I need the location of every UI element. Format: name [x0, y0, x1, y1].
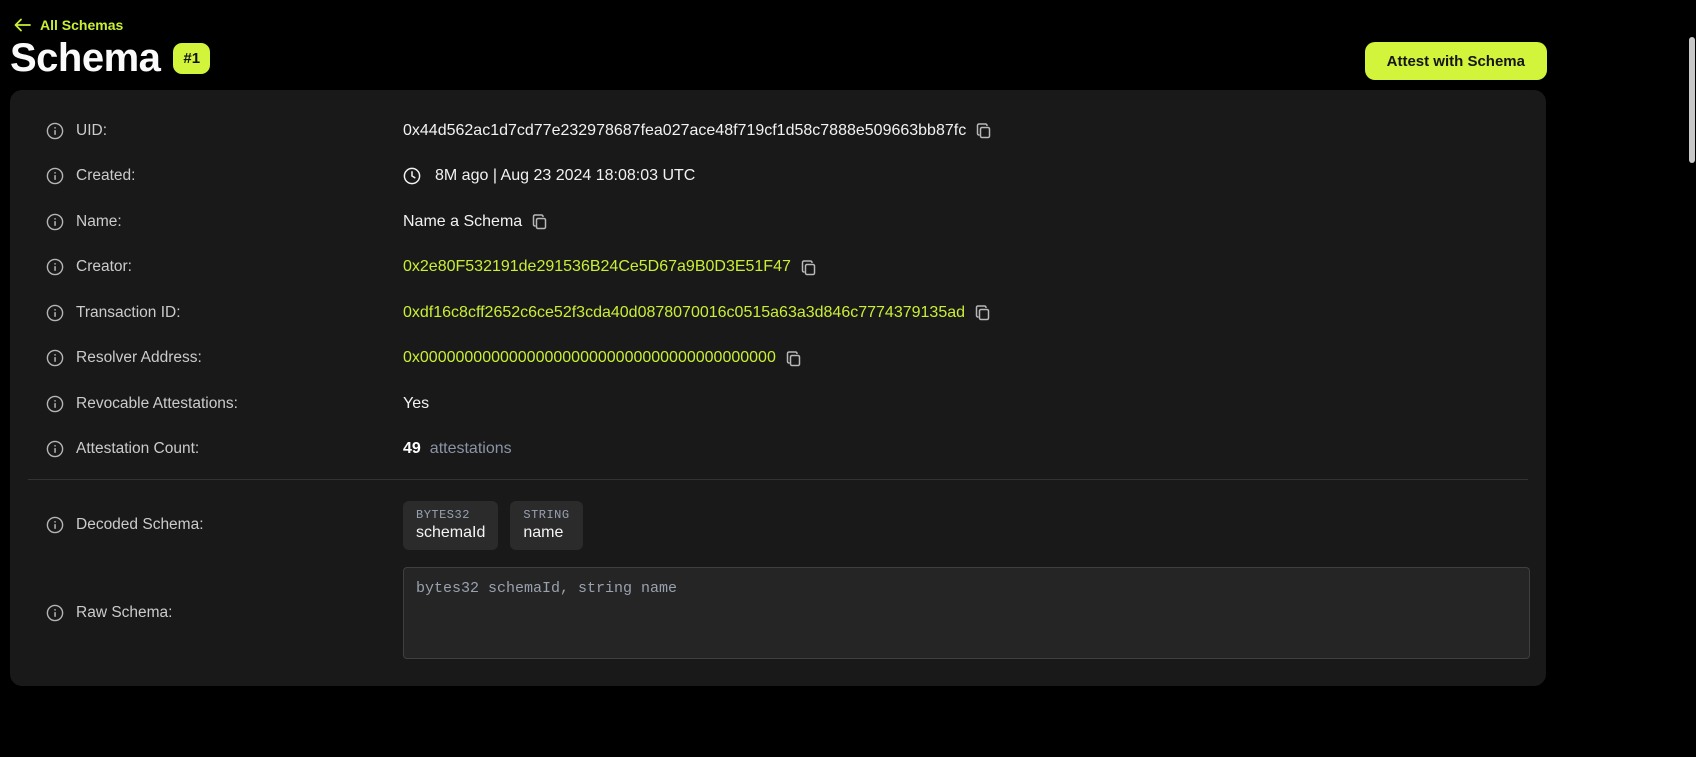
info-icon: [46, 516, 64, 534]
resolver-address-row: Resolver Address: 0x00000000000000000000…: [10, 336, 1546, 382]
row-label: UID:: [76, 122, 107, 140]
transaction-id-link[interactable]: 0xdf16c8cff2652c6ce52f3cda40d0878070016c…: [403, 304, 965, 322]
back-link-label: All Schemas: [40, 17, 123, 33]
schema-field-chip: BYTES32 schemaId: [403, 501, 498, 550]
revocable-attestations-row: Revocable Attestations: Yes: [10, 381, 1546, 427]
decoded-schema-chips: BYTES32 schemaId STRING name: [403, 501, 583, 550]
attestation-count-row: Attestation Count: 49 attestations: [10, 427, 1546, 473]
row-label: Resolver Address:: [76, 349, 202, 367]
uid-value: 0x44d562ac1d7cd77e232978687fea027ace48f7…: [403, 122, 966, 140]
info-icon: [46, 122, 64, 140]
attestations-link[interactable]: attestations: [430, 440, 512, 458]
field-type: BYTES32: [416, 508, 485, 522]
row-label: Raw Schema:: [76, 604, 172, 622]
copy-icon[interactable]: [531, 213, 548, 230]
all-schemas-back-link[interactable]: All Schemas: [14, 17, 123, 33]
name-value: Name a Schema: [403, 213, 522, 231]
row-label: Revocable Attestations:: [76, 395, 238, 413]
creator-address-link[interactable]: 0x2e80F532191de291536B24Ce5D67a9B0D3E51F…: [403, 258, 791, 276]
schema-id-badge: #1: [173, 43, 210, 74]
name-row: Name: Name a Schema: [10, 199, 1546, 245]
row-label: Decoded Schema:: [76, 516, 204, 534]
field-name: schemaId: [416, 524, 485, 541]
copy-icon[interactable]: [800, 259, 817, 276]
revocable-value: Yes: [403, 395, 429, 413]
copy-icon[interactable]: [975, 122, 992, 139]
field-type: STRING: [523, 508, 569, 522]
attest-with-schema-button[interactable]: Attest with Schema: [1365, 42, 1547, 80]
uid-row: UID: 0x44d562ac1d7cd77e232978687fea027ac…: [10, 108, 1546, 154]
section-divider: [28, 479, 1528, 480]
created-row: Created: 8M ago | Aug 23 2024 18:08:03 U…: [10, 154, 1546, 200]
row-label: Created:: [76, 167, 135, 185]
page-title-row: Schema #1: [10, 36, 210, 81]
resolver-address-link[interactable]: 0x00000000000000000000000000000000000000…: [403, 349, 776, 367]
row-label: Transaction ID:: [76, 304, 181, 322]
info-icon: [46, 213, 64, 231]
info-icon: [46, 258, 64, 276]
schema-field-chip: STRING name: [510, 501, 582, 550]
row-label: Attestation Count:: [76, 440, 199, 458]
row-label: Creator:: [76, 258, 132, 276]
copy-icon[interactable]: [785, 350, 802, 367]
creator-row: Creator: 0x2e80F532191de291536B24Ce5D67a…: [10, 245, 1546, 291]
info-icon: [46, 349, 64, 367]
info-icon: [46, 304, 64, 322]
schema-detail-card: UID: 0x44d562ac1d7cd77e232978687fea027ac…: [10, 90, 1546, 686]
info-icon: [46, 604, 64, 622]
copy-icon[interactable]: [974, 304, 991, 321]
field-name: name: [523, 524, 563, 541]
info-icon: [46, 440, 64, 458]
attestation-count-value: 49: [403, 440, 421, 458]
created-value: 8M ago | Aug 23 2024 18:08:03 UTC: [435, 167, 695, 185]
page-title: Schema: [10, 36, 160, 81]
raw-schema-textarea[interactable]: bytes32 schemaId, string name: [403, 567, 1530, 659]
row-label: Name:: [76, 213, 122, 231]
vertical-scrollbar-thumb[interactable]: [1689, 37, 1695, 163]
back-arrow-icon: [14, 18, 31, 32]
info-icon: [46, 167, 64, 185]
clock-icon: [403, 167, 421, 185]
info-icon: [46, 395, 64, 413]
decoded-schema-row: Decoded Schema: BYTES32 schemaId STRING …: [10, 496, 1546, 554]
raw-schema-row: Raw Schema: bytes32 schemaId, string nam…: [10, 567, 1546, 659]
transaction-id-row: Transaction ID: 0xdf16c8cff2652c6ce52f3c…: [10, 290, 1546, 336]
